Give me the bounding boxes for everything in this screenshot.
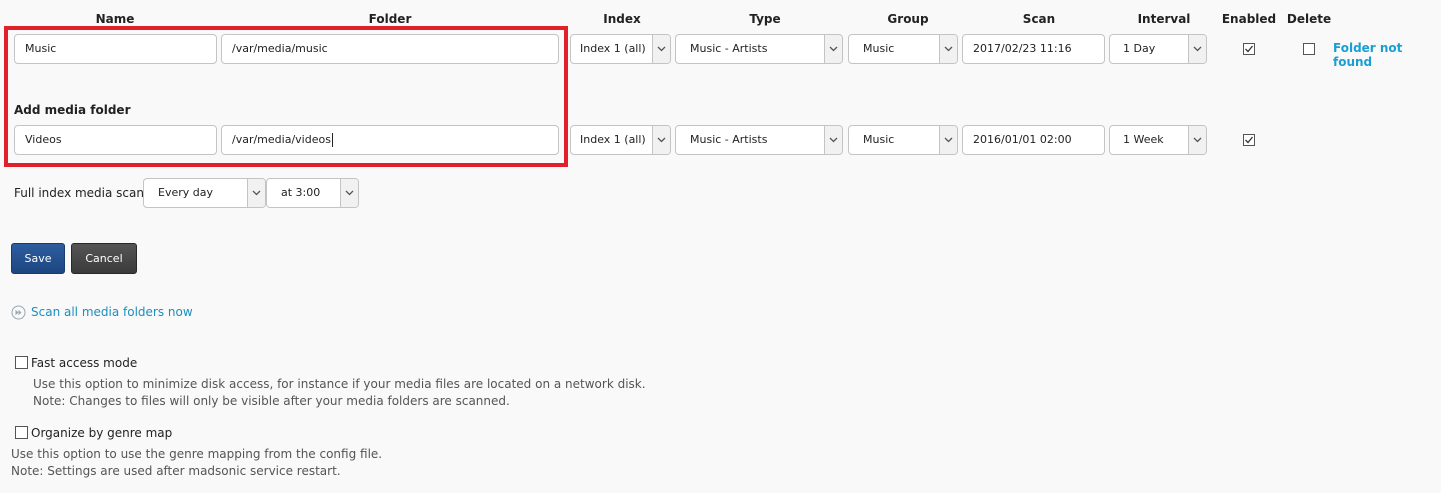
full-scan-time-select[interactable]: at 3:00 bbox=[266, 178, 359, 208]
fast-access-desc-2: Note: Changes to files will only be visi… bbox=[33, 394, 510, 408]
header-interval: Interval bbox=[1137, 12, 1191, 26]
genre-map-desc-2: Note: Settings are used after madsonic s… bbox=[11, 464, 341, 478]
folder-scan-value: 2017/02/23 11:16 bbox=[973, 42, 1072, 55]
chevron-down-icon bbox=[340, 179, 358, 207]
folder-interval-select[interactable]: 1 Day bbox=[1109, 34, 1207, 64]
folder-delete-checkbox[interactable] bbox=[1303, 43, 1315, 55]
new-folder-index-value: Index 1 (all) bbox=[580, 133, 646, 146]
folder-index-value: Index 1 (all) bbox=[580, 42, 646, 55]
new-folder-type-value: Music - Artists bbox=[690, 133, 768, 146]
save-button[interactable]: Save bbox=[11, 243, 65, 274]
new-folder-enabled-checkbox[interactable] bbox=[1243, 134, 1255, 146]
chevron-down-icon bbox=[652, 35, 670, 63]
new-folder-interval-select[interactable]: 1 Week bbox=[1109, 125, 1207, 155]
folder-scan-input[interactable]: 2017/02/23 11:16 bbox=[962, 34, 1105, 64]
new-folder-interval-value: 1 Week bbox=[1123, 133, 1164, 146]
genre-map-checkbox[interactable] bbox=[15, 426, 28, 439]
genre-map-desc-1: Use this option to use the genre mapping… bbox=[11, 447, 383, 461]
header-scan: Scan bbox=[1022, 12, 1056, 26]
chevron-down-icon bbox=[247, 179, 265, 207]
new-folder-group-value: Music bbox=[863, 133, 895, 146]
chevron-down-icon bbox=[1188, 35, 1206, 63]
folder-index-select[interactable]: Index 1 (all) bbox=[570, 34, 671, 64]
chevron-down-icon bbox=[1188, 126, 1206, 154]
check-icon bbox=[1245, 136, 1254, 144]
full-scan-time-value: at 3:00 bbox=[281, 186, 321, 199]
fast-access-desc-1: Use this option to minimize disk access,… bbox=[33, 377, 646, 391]
header-type: Type bbox=[749, 12, 781, 26]
scan-all-link[interactable]: Scan all media folders now bbox=[31, 305, 193, 319]
chevron-down-icon bbox=[939, 35, 957, 63]
header-delete: Delete bbox=[1286, 12, 1332, 26]
header-folder: Folder bbox=[368, 12, 412, 26]
full-scan-frequency-select[interactable]: Every day bbox=[143, 178, 266, 208]
chevron-down-icon bbox=[939, 126, 957, 154]
new-folder-index-select[interactable]: Index 1 (all) bbox=[570, 125, 671, 155]
genre-map-label: Organize by genre map bbox=[31, 426, 173, 440]
highlight-box bbox=[4, 26, 568, 167]
new-folder-group-select[interactable]: Music bbox=[848, 125, 958, 155]
header-index: Index bbox=[603, 12, 641, 26]
full-scan-frequency-value: Every day bbox=[158, 186, 213, 199]
new-folder-scan-value: 2016/01/01 02:00 bbox=[973, 133, 1072, 146]
folder-enabled-checkbox[interactable] bbox=[1243, 43, 1255, 55]
fast-forward-circle-icon bbox=[11, 305, 26, 320]
chevron-down-icon bbox=[824, 126, 842, 154]
folder-type-select[interactable]: Music - Artists bbox=[675, 34, 843, 64]
folder-group-select[interactable]: Music bbox=[848, 34, 958, 64]
folder-interval-value: 1 Day bbox=[1123, 42, 1156, 55]
new-folder-scan-input[interactable]: 2016/01/01 02:00 bbox=[962, 125, 1105, 155]
full-scan-label: Full index media scan bbox=[14, 186, 144, 200]
folder-group-value: Music bbox=[863, 42, 895, 55]
header-group: Group bbox=[887, 12, 929, 26]
cancel-button[interactable]: Cancel bbox=[71, 243, 137, 274]
folder-type-value: Music - Artists bbox=[690, 42, 768, 55]
header-enabled: Enabled bbox=[1221, 12, 1277, 26]
fast-access-label: Fast access mode bbox=[31, 356, 138, 370]
fast-access-checkbox[interactable] bbox=[15, 356, 28, 369]
check-icon bbox=[1245, 45, 1254, 53]
new-folder-type-select[interactable]: Music - Artists bbox=[675, 125, 843, 155]
chevron-down-icon bbox=[652, 126, 670, 154]
folder-status-link[interactable]: Folder not found bbox=[1333, 41, 1441, 69]
header-name: Name bbox=[95, 12, 135, 26]
chevron-down-icon bbox=[824, 35, 842, 63]
